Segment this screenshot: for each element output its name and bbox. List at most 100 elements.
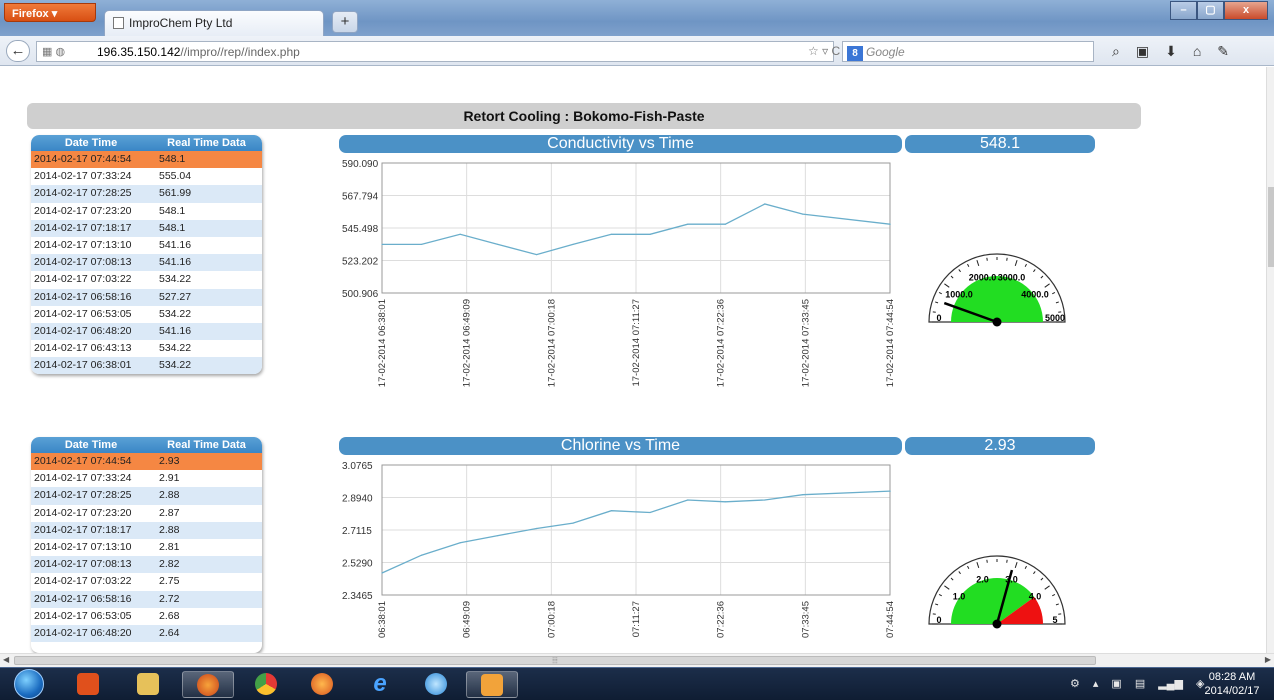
- data-point: [459, 233, 461, 235]
- x-tick-label: 07:22:36: [716, 601, 727, 638]
- minimize-button[interactable]: –: [1170, 1, 1197, 20]
- chlorine-gauge-svg: 01.02.0 3.04.05: [928, 555, 1066, 629]
- vertical-scrollbar[interactable]: [1266, 67, 1274, 653]
- signal-icon[interactable]: ▂▄▆: [1158, 677, 1183, 690]
- x-tick-label: 17-02-2014 07:33:45: [800, 299, 811, 387]
- gauge-label: 0: [936, 615, 941, 625]
- table-row: 2014-02-17 06:53:05 2.68: [31, 607, 262, 625]
- device-icon[interactable]: ▤: [1135, 677, 1145, 690]
- y-tick-label: 545.498: [342, 224, 379, 235]
- y-tick-label: 523.202: [342, 257, 379, 268]
- row-datetime: 2014-02-17 06:58:16: [34, 592, 132, 605]
- row-value: 541.16: [159, 256, 192, 269]
- row-value: 548.1: [159, 221, 186, 234]
- table-header: Date Time Real Time Data: [31, 437, 262, 453]
- chrome-icon: [255, 673, 277, 695]
- google-search-engine-icon[interactable]: 8: [847, 46, 863, 61]
- taskbar-app-5[interactable]: [296, 671, 348, 698]
- search-box[interactable]: 8 Google: [842, 41, 1094, 62]
- table-row: 2014-02-17 07:18:17 548.1: [31, 219, 262, 237]
- outlook-icon: [481, 674, 503, 696]
- new-tab-button[interactable]: +: [332, 11, 358, 33]
- taskbar-clock[interactable]: 08:28 AM 2014/02/17: [1202, 670, 1262, 698]
- row-value: 534.22: [159, 342, 192, 355]
- home-icon[interactable]: ⌂: [1193, 43, 1201, 60]
- tools-icon[interactable]: ⚙: [1070, 677, 1080, 690]
- taskbar-app-1[interactable]: [62, 671, 114, 698]
- gauge-label: 0: [936, 313, 941, 323]
- row-value: 527.27: [159, 290, 192, 303]
- table-body: 2014-02-17 07:44:54 548.1 2014-02-17 07:33…: [31, 151, 262, 375]
- maximize-button[interactable]: ▢: [1197, 1, 1224, 20]
- navigation-bar: ← ▦ ◍ 196.35.150.142//impro//rep//index.…: [0, 36, 1274, 66]
- row-value: 541.16: [159, 324, 192, 337]
- row-value: 534.22: [159, 359, 192, 372]
- table-row: 2014-02-17 07:23:20 2.87: [31, 504, 262, 522]
- network-icon[interactable]: ▣: [1111, 677, 1121, 690]
- x-tick-label: 07:33:45: [800, 601, 811, 638]
- gauge-label: 1000.0: [945, 289, 973, 299]
- firefox-icon: [197, 674, 219, 696]
- firefox-menu-button[interactable]: Firefox ▾: [4, 3, 96, 22]
- data-point: [572, 522, 574, 524]
- conductivity-gauge: 0 1000.0 2000.0 3000.0 4000.0 5000: [922, 252, 1072, 332]
- taskbar-app-7[interactable]: [410, 671, 462, 698]
- screen: Firefox ▾ ImproChem Pty Ltd + – ▢ x ← ▦ …: [0, 0, 1274, 700]
- row-value: 541.16: [159, 238, 192, 251]
- scroll-left-arrow-icon[interactable]: ◀: [3, 655, 9, 664]
- horizontal-scroll-thumb[interactable]: ⦙⦙⦙: [14, 656, 1096, 665]
- row-datetime: 2014-02-17 07:33:24: [34, 170, 132, 183]
- gauge-label: 3000.0: [998, 272, 1026, 282]
- row-value: 534.22: [159, 307, 192, 320]
- x-tick-label: 17-02-2014 06:38:01: [377, 299, 388, 387]
- taskbar-ie[interactable]: e: [354, 671, 406, 698]
- gauge-label: 5: [1052, 615, 1057, 625]
- y-tick-label: 590.090: [342, 159, 379, 170]
- row-value: 2.88: [159, 523, 180, 536]
- page-info-icon[interactable]: ▦ ◍: [42, 45, 65, 58]
- table-row: 2014-02-17 07:08:13 2.82: [31, 556, 262, 574]
- taskbar-firefox[interactable]: [182, 671, 234, 698]
- window-title-bar: Firefox ▾ ImproChem Pty Ltd + – ▢ x: [0, 0, 1274, 36]
- browser-tab[interactable]: ImproChem Pty Ltd: [104, 10, 324, 36]
- conductivity-chart-title: Conductivity vs Time: [339, 135, 902, 153]
- x-tick-label: 07:00:18: [546, 601, 557, 638]
- horizontal-scrollbar[interactable]: ◀ ⦙⦙⦙ ▶: [0, 653, 1274, 667]
- table-row: 2014-02-17 07:23:20 548.1: [31, 202, 262, 220]
- page-title: Retort Cooling : Bokomo-Fish-Paste: [27, 103, 1141, 129]
- vertical-scroll-thumb[interactable]: [1268, 187, 1274, 267]
- table-row: 2014-02-17 07:33:24 555.04: [31, 168, 262, 186]
- gauge-label: 4.0: [1029, 591, 1042, 601]
- address-bar[interactable]: ▦ ◍ 196.35.150.142//impro//rep//index.ph…: [36, 41, 834, 62]
- table-row: 2014-02-17 06:58:16 527.27: [31, 288, 262, 306]
- y-tick-label: 2.7115: [342, 526, 372, 537]
- y-tick-label: 2.5290: [342, 559, 373, 570]
- downloads-icon[interactable]: ⬇: [1165, 43, 1177, 60]
- app-icon: [425, 673, 447, 695]
- app-icon: [77, 673, 99, 695]
- start-button[interactable]: [14, 669, 44, 699]
- search-icon[interactable]: ⌕: [1112, 43, 1120, 60]
- taskbar-explorer[interactable]: [122, 671, 174, 698]
- close-button[interactable]: x: [1224, 1, 1268, 20]
- row-value: 548.1: [159, 153, 186, 165]
- scroll-right-arrow-icon[interactable]: ▶: [1265, 655, 1271, 664]
- x-tick-label: 17-02-2014 06:49:09: [462, 299, 473, 387]
- back-button[interactable]: ←: [6, 40, 30, 62]
- table-row: 2014-02-17 07:28:25 561.99: [31, 185, 262, 203]
- row-datetime: 2014-02-17 06:53:05: [34, 609, 132, 622]
- row-datetime: 2014-02-17 07:03:22: [34, 575, 132, 588]
- page-favicon-icon: [113, 17, 124, 29]
- table-row: 2014-02-17 06:38:01 534.22: [31, 357, 262, 375]
- addon-icon[interactable]: ✎: [1217, 43, 1229, 60]
- table-row: 2014-02-17 07:13:10 541.16: [31, 236, 262, 255]
- bookmarks-icon[interactable]: ▣: [1136, 43, 1149, 60]
- bookmark-star-icon[interactable]: ☆ ▿ C: [808, 44, 840, 58]
- taskbar-outlook[interactable]: [466, 671, 518, 698]
- tray-expand-icon[interactable]: ▴: [1093, 677, 1099, 690]
- table-row: 2014-02-17 06:58:16 2.72: [31, 590, 262, 608]
- data-point: [535, 527, 538, 530]
- gauge-label: 2000.0: [969, 272, 997, 282]
- data-point: [687, 223, 689, 225]
- taskbar-chrome[interactable]: [240, 671, 292, 698]
